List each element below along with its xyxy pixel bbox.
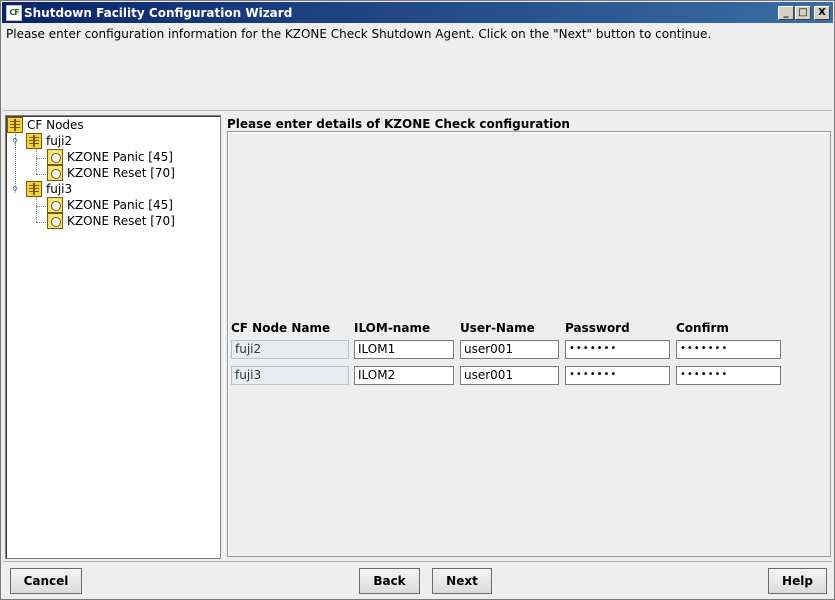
title-bar: CF Shutdown Facility Configuration Wizar… [2,2,833,23]
agent-icon [47,165,63,181]
column-header-password: Password [565,321,630,335]
wizard-window: CF Shutdown Facility Configuration Wizar… [0,0,835,600]
instructions-text: Please enter configuration information f… [3,23,832,111]
tree-node-label: fuji3 [46,182,73,196]
close-button[interactable]: X [814,5,830,20]
tree-item-label: KZONE Panic [45] [67,150,173,164]
tree-item-fuji2-kzone-panic[interactable]: KZONE Panic [45] [47,149,173,165]
help-button[interactable]: Help [768,568,827,594]
next-button[interactable]: Next [432,568,492,594]
collapse-toggle-icon[interactable]: ⚲ [11,138,19,146]
tree-node-fuji3[interactable]: fuji3 [26,181,72,197]
confirm-password-input[interactable]: ••••••• [676,366,781,385]
config-title: Please enter details of KZONE Check conf… [227,117,570,131]
tree-item-label: KZONE Reset [70] [67,166,175,180]
back-button[interactable]: Back [359,568,420,594]
cancel-button[interactable]: Cancel [10,568,82,594]
tree-item-label: KZONE Panic [45] [67,198,173,212]
confirm-password-input[interactable]: ••••••• [676,340,781,359]
ilom-name-input[interactable]: ILOM1 [354,340,454,359]
user-name-input[interactable]: user001 [460,366,559,385]
tree-root[interactable]: CF Nodes [7,117,84,133]
book-icon [26,133,42,149]
password-input[interactable]: ••••••• [565,340,670,359]
column-header-cf-node-name: CF Node Name [231,321,331,335]
column-header-confirm: Confirm [676,321,729,335]
tree-item-fuji3-kzone-panic[interactable]: KZONE Panic [45] [47,197,173,213]
config-box: CF Node Name ILOM-name User-Name Passwor… [227,131,831,557]
tree-connector [36,206,46,207]
user-name-input[interactable]: user001 [460,340,559,359]
config-panel: Please enter details of KZONE Check conf… [224,115,831,559]
ilom-name-input[interactable]: ILOM2 [354,366,454,385]
tree-root-label: CF Nodes [27,118,84,132]
tree-node-fuji2[interactable]: fuji2 [26,133,72,149]
tree-item-fuji3-kzone-reset[interactable]: KZONE Reset [70] [47,213,175,229]
book-icon [26,181,42,197]
agent-icon [47,197,63,213]
app-icon: CF [6,4,22,21]
book-icon [7,117,23,133]
tree-connector [36,196,37,222]
tree-connector [36,174,46,175]
minimize-button[interactable]: _ [778,5,794,20]
cf-node-name-field: fuji2 [231,340,349,359]
node-tree[interactable]: CF Nodes ⚲ fuji2 KZONE Panic [45] KZONE … [5,115,221,559]
tree-connector [36,222,46,223]
column-header-ilom-name: ILOM-name [354,321,431,335]
tree-node-label: fuji2 [46,134,73,148]
tree-connector [36,148,37,174]
password-input[interactable]: ••••••• [565,366,670,385]
collapse-toggle-icon[interactable]: ⚲ [11,186,19,194]
agent-icon [47,213,63,229]
agent-icon [47,149,63,165]
tree-connector [36,158,46,159]
tree-item-label: KZONE Reset [70] [67,214,175,228]
column-header-user-name: User-Name [460,321,535,335]
cf-node-name-field: fuji3 [231,366,349,385]
window-title: Shutdown Facility Configuration Wizard [24,5,293,20]
maximize-button[interactable]: □ [795,5,811,20]
button-bar: Cancel Back Next Help [3,561,832,599]
tree-item-fuji2-kzone-reset[interactable]: KZONE Reset [70] [47,165,175,181]
